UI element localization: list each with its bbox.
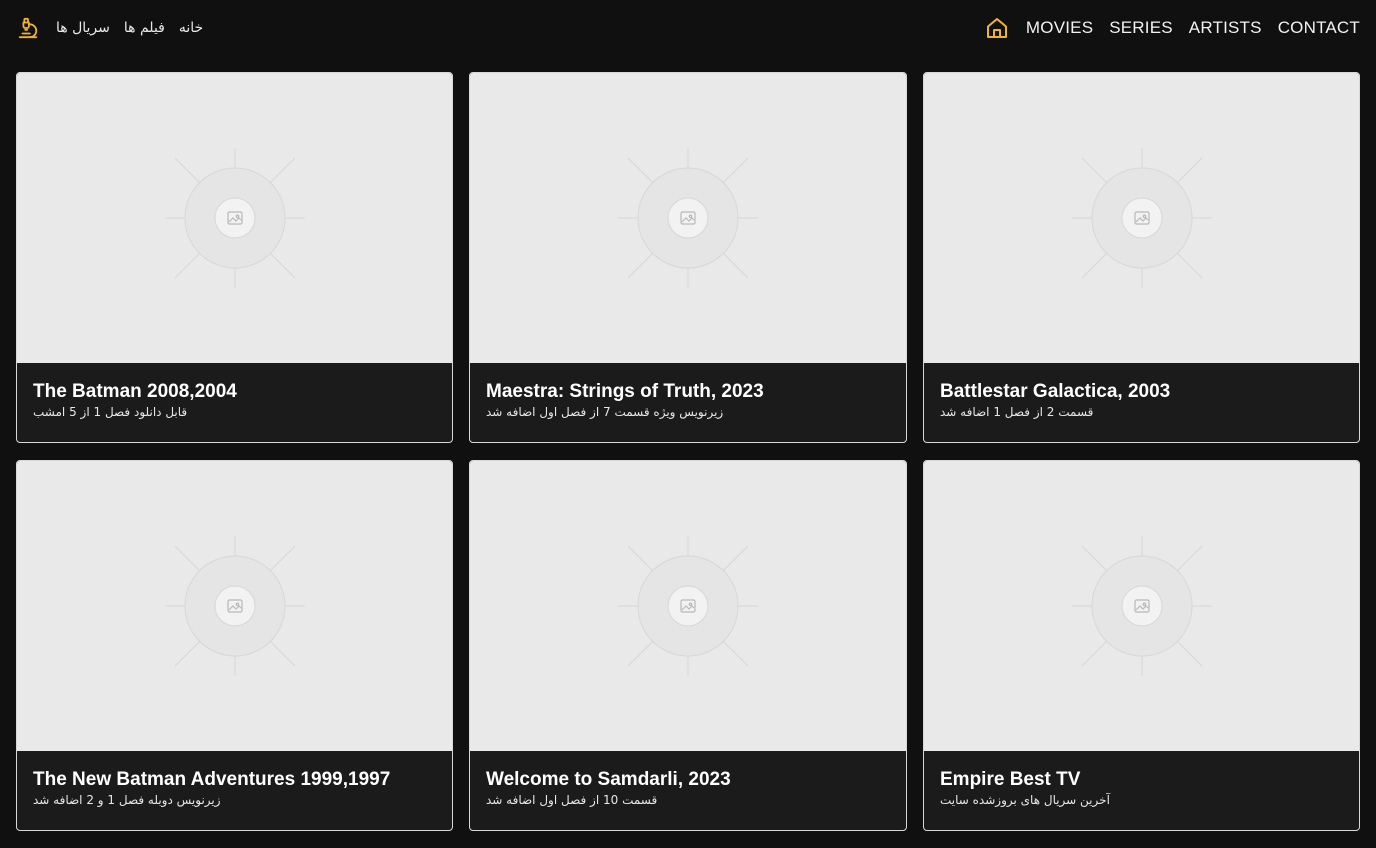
image-placeholder <box>17 73 452 363</box>
nav-link-home-fa[interactable]: خانه <box>179 20 203 36</box>
card-title: Welcome to Samdarli, 2023 <box>486 769 731 790</box>
image-placeholder-icon <box>618 536 758 676</box>
image-placeholder-icon <box>164 536 305 676</box>
media-card[interactable]: Maestra: Strings of Truth, 2023 زیرنویس … <box>469 72 907 443</box>
media-card[interactable]: The New Batman Adventures 1999,1997 زیرن… <box>16 460 453 831</box>
card-body: The New Batman Adventures 1999,1997 زیرن… <box>17 751 452 830</box>
card-body: The Batman 2008,2004 قابل دانلود فصل 1 ا… <box>17 363 452 442</box>
image-placeholder <box>470 461 906 751</box>
nav-link-movies-fa[interactable]: فیلم ها <box>124 20 165 36</box>
persian-nav-links: خانه فیلم ها سریال ها <box>56 20 203 36</box>
nav-link-series[interactable]: SERIES <box>1109 18 1173 38</box>
media-card[interactable]: Empire Best TV آخرین سریال های بروزشده س… <box>923 460 1360 831</box>
media-card[interactable]: Welcome to Samdarli, 2023 قسمت 10 از فصل… <box>469 460 907 831</box>
card-subtitle: آخرین سریال های بروزشده سایت <box>940 793 1110 807</box>
nav-link-movies[interactable]: MOVIES <box>1026 18 1093 38</box>
card-subtitle: زیرنویس ویژه قسمت 7 از فصل اول اضافه شد <box>486 405 724 419</box>
media-card[interactable]: Battlestar Galactica, 2003 قسمت 2 از فصل… <box>923 72 1360 443</box>
image-placeholder-icon <box>618 148 758 288</box>
media-card[interactable]: The Batman 2008,2004 قابل دانلود فصل 1 ا… <box>16 72 453 443</box>
image-placeholder-icon <box>1071 536 1212 676</box>
card-body: Empire Best TV آخرین سریال های بروزشده س… <box>924 751 1359 830</box>
card-title: The Batman 2008,2004 <box>33 381 237 402</box>
microscope-logo-icon[interactable] <box>16 16 40 40</box>
right-navigation: MOVIES SERIES ARTISTS CONTACT <box>984 0 1360 56</box>
content-grid: The Batman 2008,2004 قابل دانلود فصل 1 ا… <box>16 72 1360 831</box>
top-navigation: خانه فیلم ها سریال ها MOVIES SERIES ARTI… <box>0 0 1376 56</box>
card-body: Welcome to Samdarli, 2023 قسمت 10 از فصل… <box>470 751 906 830</box>
home-icon[interactable] <box>984 15 1010 41</box>
card-subtitle: قابل دانلود فصل 1 از 5 امشب <box>33 405 188 419</box>
image-placeholder-icon <box>164 148 305 288</box>
card-subtitle: قسمت 10 از فصل اول اضافه شد <box>486 793 658 807</box>
nav-link-series-fa[interactable]: سریال ها <box>56 20 110 36</box>
card-title: Empire Best TV <box>940 769 1081 790</box>
left-navigation: خانه فیلم ها سریال ها <box>16 0 203 56</box>
image-placeholder <box>470 73 906 363</box>
image-placeholder <box>17 461 452 751</box>
card-subtitle: قسمت 2 از فصل 1 اضافه شد <box>940 405 1094 419</box>
card-body: Battlestar Galactica, 2003 قسمت 2 از فصل… <box>924 363 1359 442</box>
nav-link-artists[interactable]: ARTISTS <box>1189 18 1262 38</box>
card-title: Maestra: Strings of Truth, 2023 <box>486 381 764 402</box>
image-placeholder <box>924 73 1359 363</box>
card-subtitle: زیرنویس دوبله فصل 1 و 2 اضافه شد <box>33 793 221 807</box>
nav-link-contact[interactable]: CONTACT <box>1278 18 1360 38</box>
image-placeholder <box>924 461 1359 751</box>
card-title: The New Batman Adventures 1999,1997 <box>33 769 391 790</box>
card-title: Battlestar Galactica, 2003 <box>940 381 1171 402</box>
image-placeholder-icon <box>1071 148 1212 288</box>
card-body: Maestra: Strings of Truth, 2023 زیرنویس … <box>470 363 906 442</box>
